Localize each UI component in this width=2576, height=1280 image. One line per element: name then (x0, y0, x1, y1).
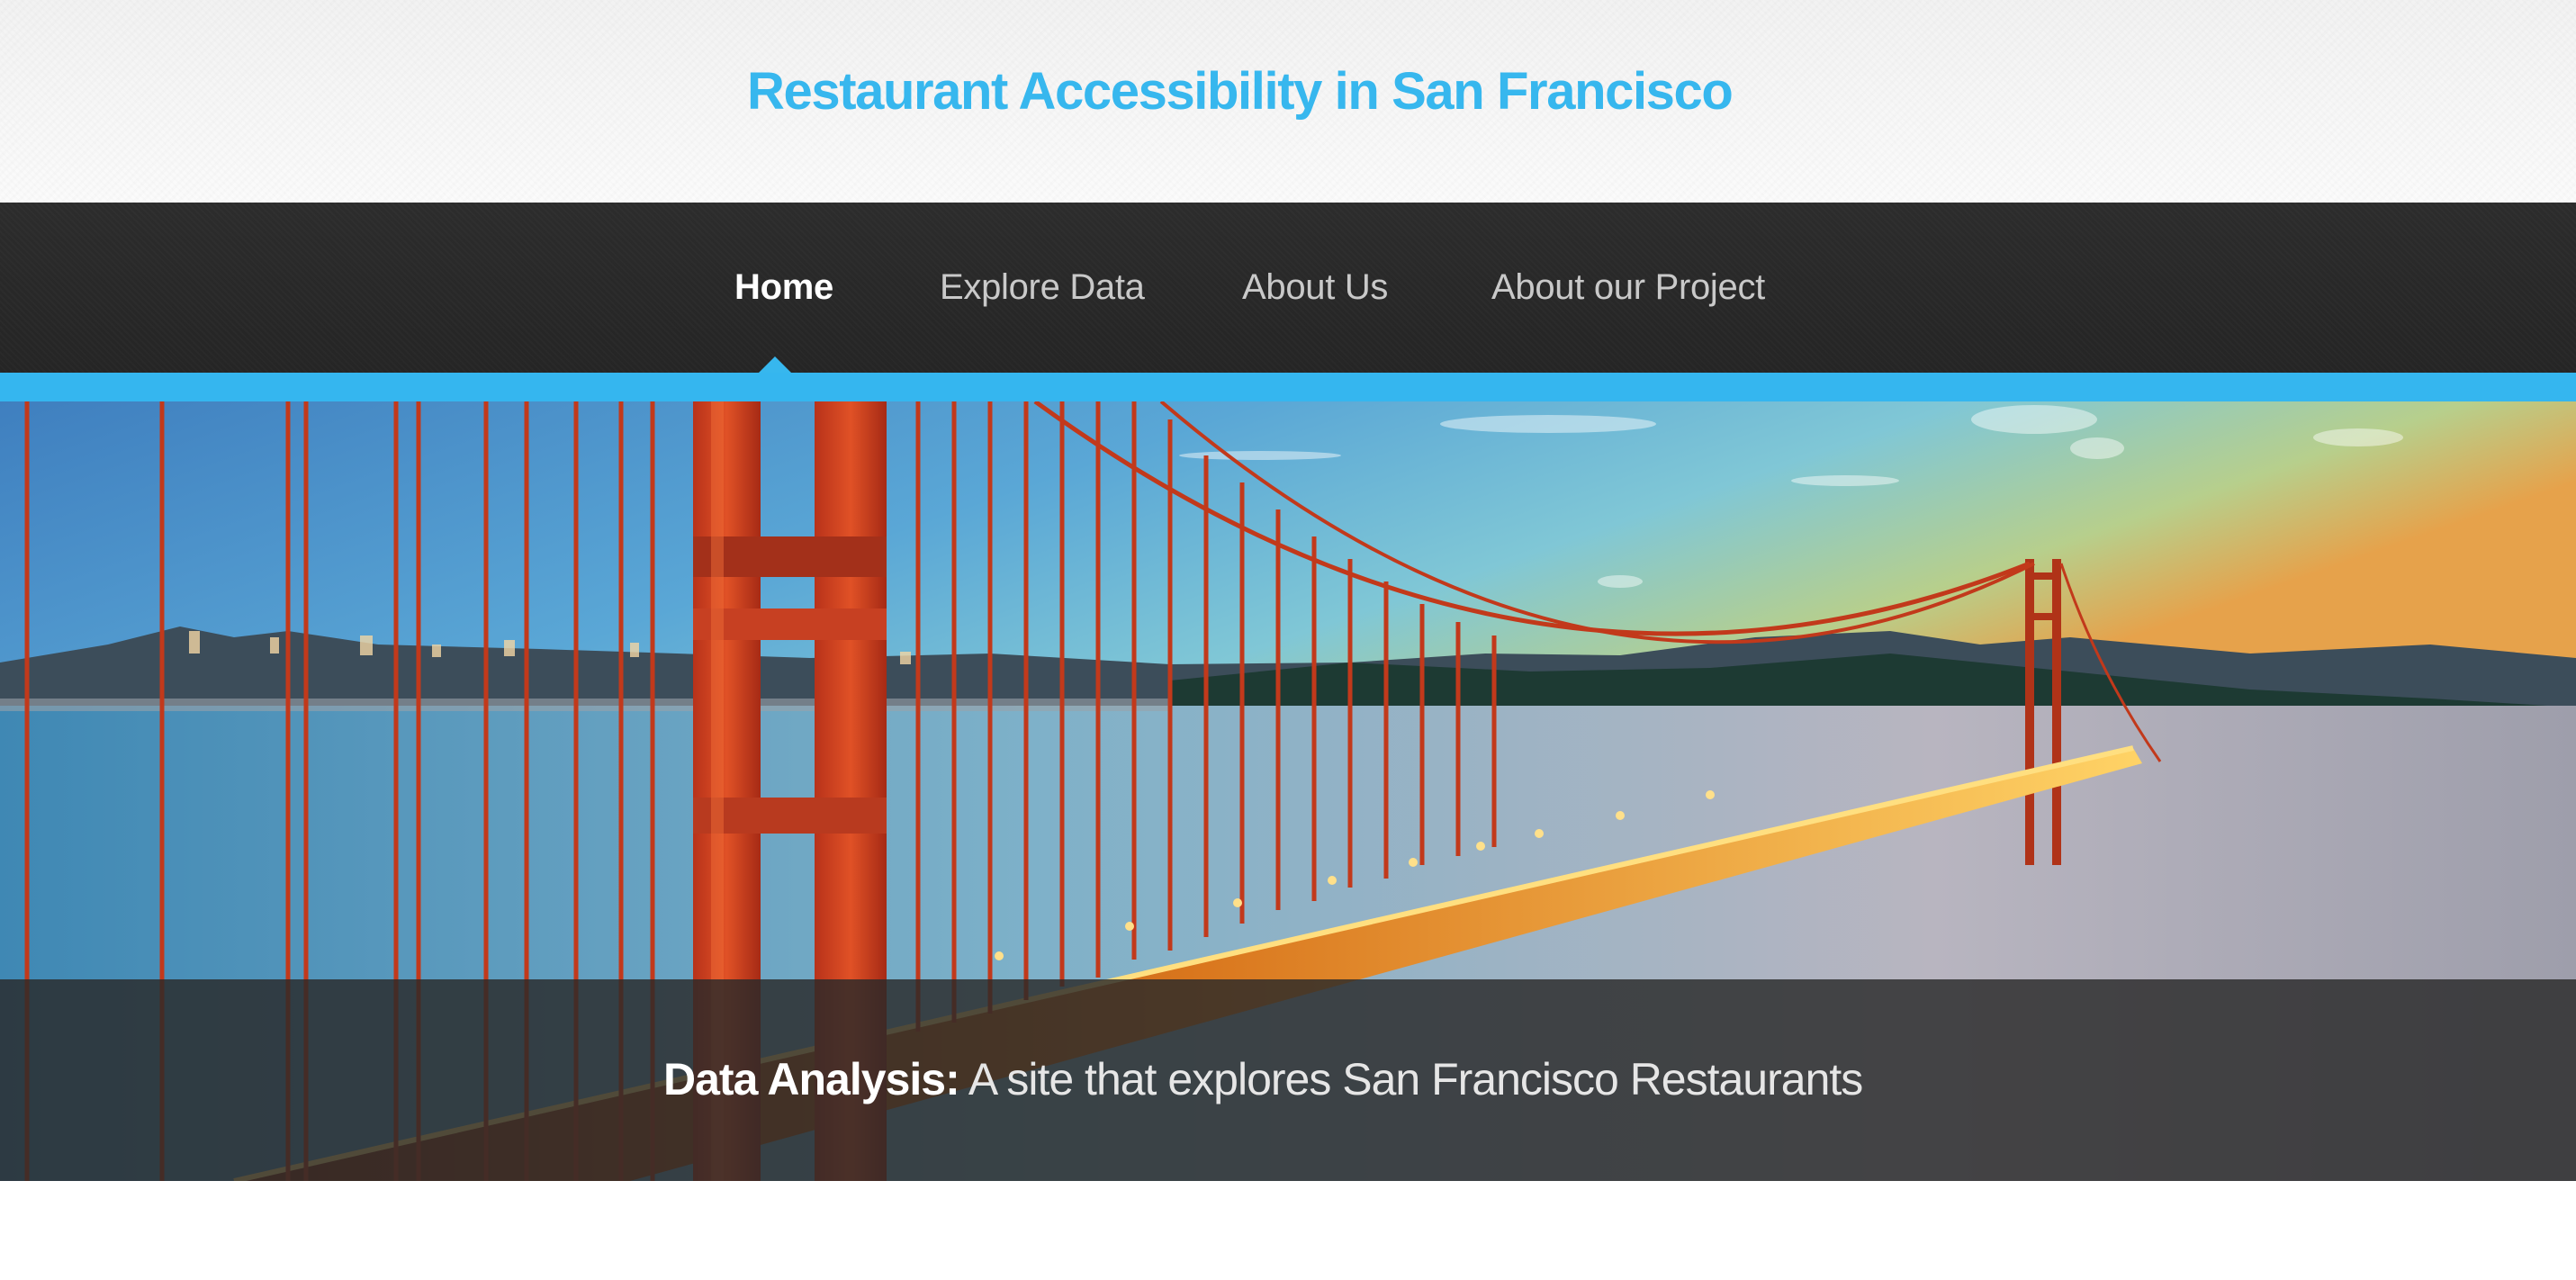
page: Restaurant Accessibility in San Francisc… (0, 0, 2576, 1280)
nav-explore-data[interactable]: Explore Data (940, 267, 1145, 308)
site-header: Restaurant Accessibility in San Francisc… (0, 0, 2576, 203)
nav-about-project[interactable]: About our Project (1491, 267, 1765, 308)
nav-about-us[interactable]: About Us (1242, 267, 1388, 308)
nav-home[interactable]: Home (734, 267, 833, 308)
caption-text: A site that explores San Francisco Resta… (959, 1054, 1863, 1104)
hero-banner: Data Analysis: A site that explores San … (0, 401, 2576, 1181)
active-nav-indicator (759, 356, 791, 373)
accent-bar (0, 373, 2576, 401)
site-title[interactable]: Restaurant Accessibility in San Francisc… (747, 61, 1734, 122)
caption-bold: Data Analysis: (663, 1054, 960, 1104)
main-nav: Home Explore Data About Us About our Pro… (0, 203, 2576, 373)
hero-caption: Data Analysis: A site that explores San … (663, 1053, 1863, 1105)
